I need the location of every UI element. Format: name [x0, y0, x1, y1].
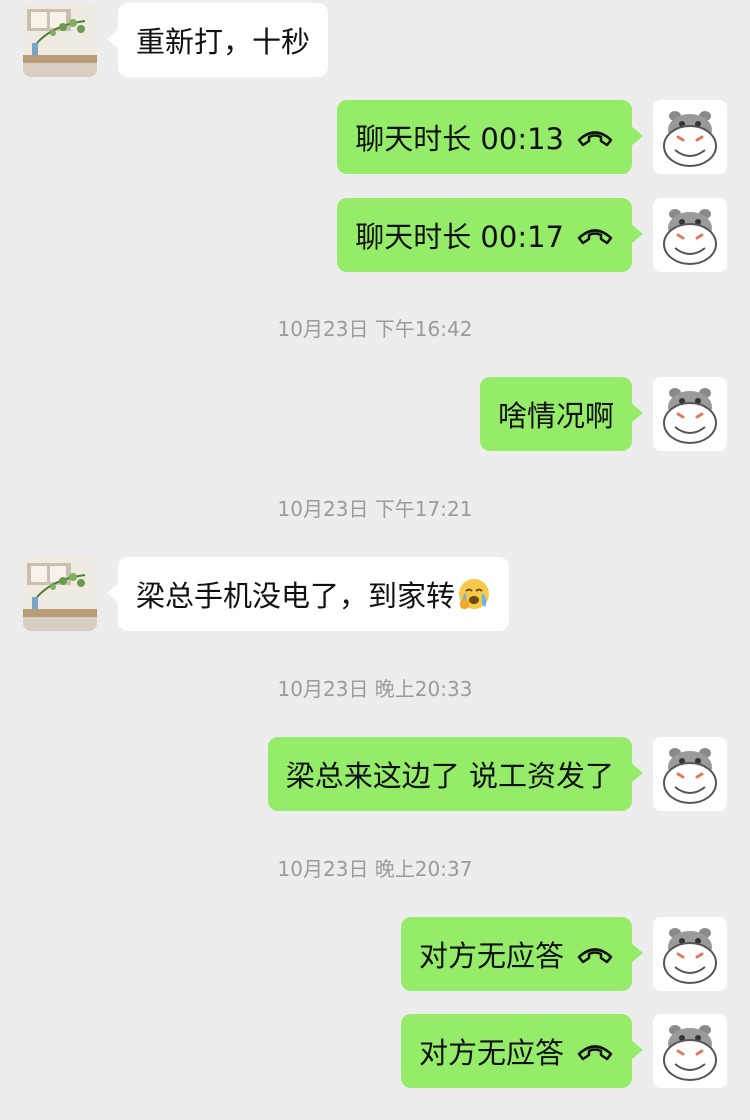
- message-text: 聊天时长 00:13: [355, 122, 564, 156]
- my-avatar[interactable]: [653, 198, 727, 272]
- call-record-bubble[interactable]: 对方无应答: [400, 1014, 644, 1088]
- message-text: 梁总手机没电了，到家转: [136, 579, 456, 613]
- message-bubble[interactable]: 啥情况啊: [479, 377, 644, 451]
- timestamp: 10月23日 晚上20:33: [277, 677, 473, 701]
- phone-hangup-icon: [576, 125, 614, 149]
- timestamp: 10月23日 晚上20:37: [277, 857, 473, 881]
- my-avatar[interactable]: [653, 917, 727, 991]
- call-record-bubble[interactable]: 聊天时长 00:13: [337, 100, 643, 174]
- my-avatar[interactable]: [653, 1014, 727, 1088]
- message-bubble[interactable]: 梁总来这边了 说工资发了: [267, 737, 644, 811]
- my-avatar[interactable]: [653, 100, 727, 174]
- message-text: 梁总来这边了 说工资发了: [285, 759, 614, 793]
- message-text: 聊天时长 00:17: [355, 220, 564, 254]
- message-bubble[interactable]: 梁总手机没电了，到家转: [106, 557, 510, 631]
- phone-hangup-icon: [576, 942, 614, 966]
- message-text: 重新打，十秒: [136, 25, 311, 59]
- phone-hangup-icon: [576, 1039, 614, 1063]
- my-avatar[interactable]: [653, 737, 727, 811]
- contact-avatar[interactable]: [23, 557, 97, 631]
- contact-avatar[interactable]: [23, 3, 97, 77]
- timestamp: 10月23日 下午16:42: [277, 317, 473, 341]
- message-text: 对方无应答: [418, 939, 564, 973]
- message-text: 对方无应答: [418, 1036, 564, 1070]
- message-text: 啥情况啊: [497, 399, 614, 433]
- message-bubble[interactable]: 重新打，十秒: [106, 3, 329, 77]
- crying-face-emoji: [459, 579, 490, 609]
- call-record-bubble[interactable]: 聊天时长 00:17: [337, 198, 643, 272]
- phone-hangup-icon: [576, 223, 614, 247]
- call-record-bubble[interactable]: 对方无应答: [400, 917, 644, 991]
- my-avatar[interactable]: [653, 377, 727, 451]
- timestamp: 10月23日 下午17:21: [277, 497, 473, 521]
